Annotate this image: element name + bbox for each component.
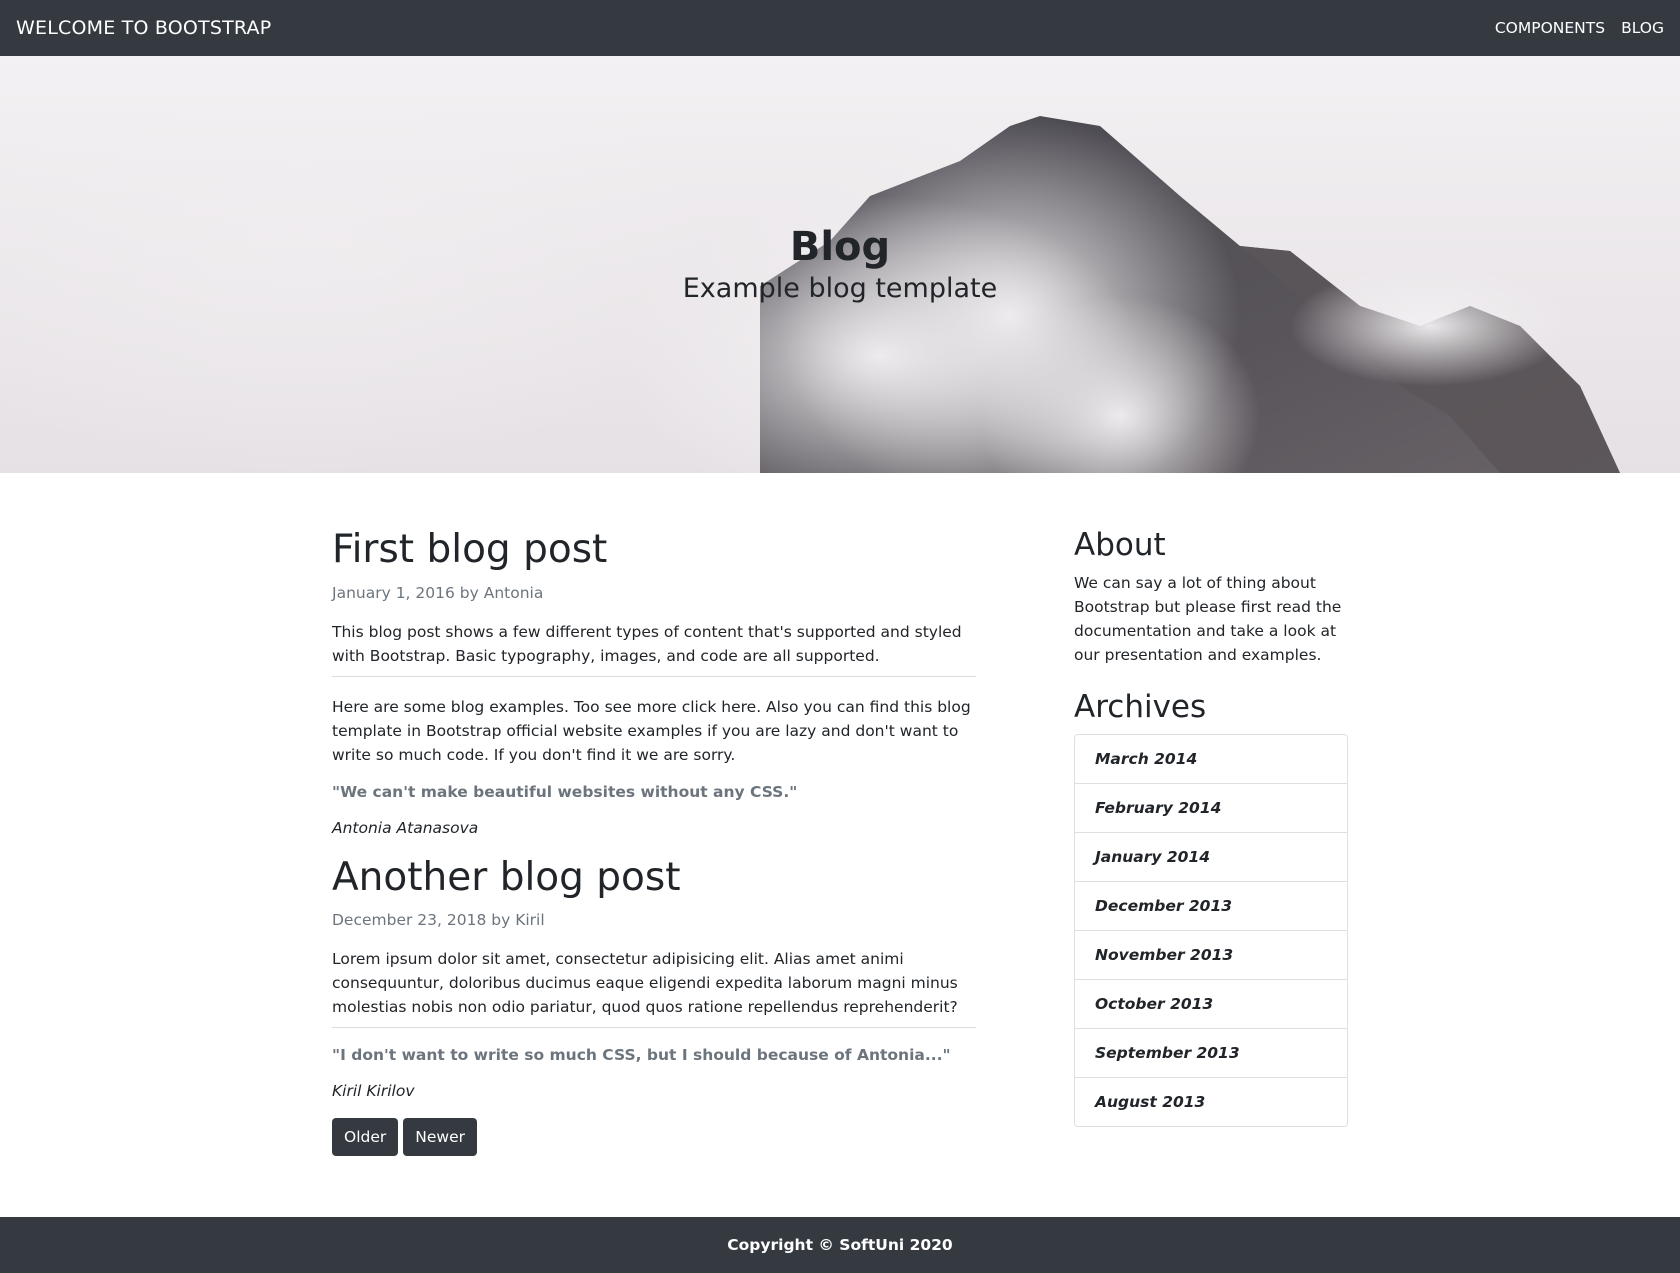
post-author: Kiril Kirilov	[332, 1082, 415, 1101]
blog-post: First blog post January 1, 2016 by Anton…	[332, 525, 976, 837]
divider	[332, 1027, 976, 1029]
blog-post: Another blog post December 23, 2018 by K…	[332, 853, 976, 1101]
post-author: Antonia Atanasova	[332, 818, 479, 837]
post-quote: "We can't make beautiful websites withou…	[332, 782, 798, 801]
post-meta: January 1, 2016 by Antonia	[332, 583, 544, 602]
top-navbar: WELCOME TO BOOTSTRAP COMPONENTS BLOG	[0, 0, 1680, 56]
archive-item[interactable]: September 2013	[1075, 1027, 1347, 1077]
about-text: We can say a lot of thing about Bootstra…	[1074, 574, 1342, 665]
archive-item[interactable]: February 2014	[1075, 782, 1347, 832]
divider	[332, 675, 976, 677]
post-intro: This blog post shows a few different typ…	[332, 622, 962, 665]
post-meta: December 23, 2018 by Kiril	[332, 911, 545, 930]
archive-item[interactable]: January 2014	[1075, 831, 1347, 881]
navbar-brand[interactable]: WELCOME TO BOOTSTRAP	[16, 17, 271, 39]
navbar-links: COMPONENTS BLOG	[1495, 19, 1664, 37]
archive-item[interactable]: November 2013	[1075, 929, 1347, 979]
hero-subtitle: Example blog template	[682, 273, 998, 305]
post-title: First blog post	[332, 527, 608, 572]
sidebar: About We can say a lot of thing about Bo…	[1074, 525, 1348, 1156]
nav-link-blog[interactable]: BLOG	[1621, 19, 1664, 37]
page-footer: Copyright © SoftUni 2020	[0, 1217, 1680, 1273]
copyright-text: Copyright © SoftUni 2020	[727, 1236, 953, 1254]
archives-list: March 2014 February 2014 January 2014 De…	[1074, 733, 1348, 1127]
hero-title: Blog	[789, 224, 891, 271]
post-quote: "I don't want to write so much CSS, but …	[332, 1046, 951, 1065]
post-intro: Lorem ipsum dolor sit amet, consectetur …	[332, 950, 958, 1017]
content-container: First blog post January 1, 2016 by Anton…	[332, 473, 1348, 1157]
post-title: Another blog post	[332, 854, 681, 900]
newer-button[interactable]: Newer	[403, 1118, 477, 1157]
archive-item[interactable]: March 2014	[1075, 735, 1347, 783]
archive-item[interactable]: October 2013	[1075, 978, 1347, 1028]
about-heading: About	[1074, 527, 1166, 563]
nav-link-components[interactable]: COMPONENTS	[1495, 19, 1605, 37]
older-button[interactable]: Older	[332, 1118, 399, 1157]
archive-item[interactable]: December 2013	[1075, 880, 1347, 930]
pagination: Older Newer	[332, 1118, 976, 1157]
archives-heading: Archives	[1074, 689, 1207, 726]
archive-item[interactable]: August 2013	[1075, 1076, 1347, 1126]
post-body: Here are some blog examples. Too see mor…	[332, 697, 971, 764]
blog-main: First blog post January 1, 2016 by Anton…	[332, 525, 976, 1157]
hero-banner: Blog Example blog template	[0, 56, 1680, 473]
